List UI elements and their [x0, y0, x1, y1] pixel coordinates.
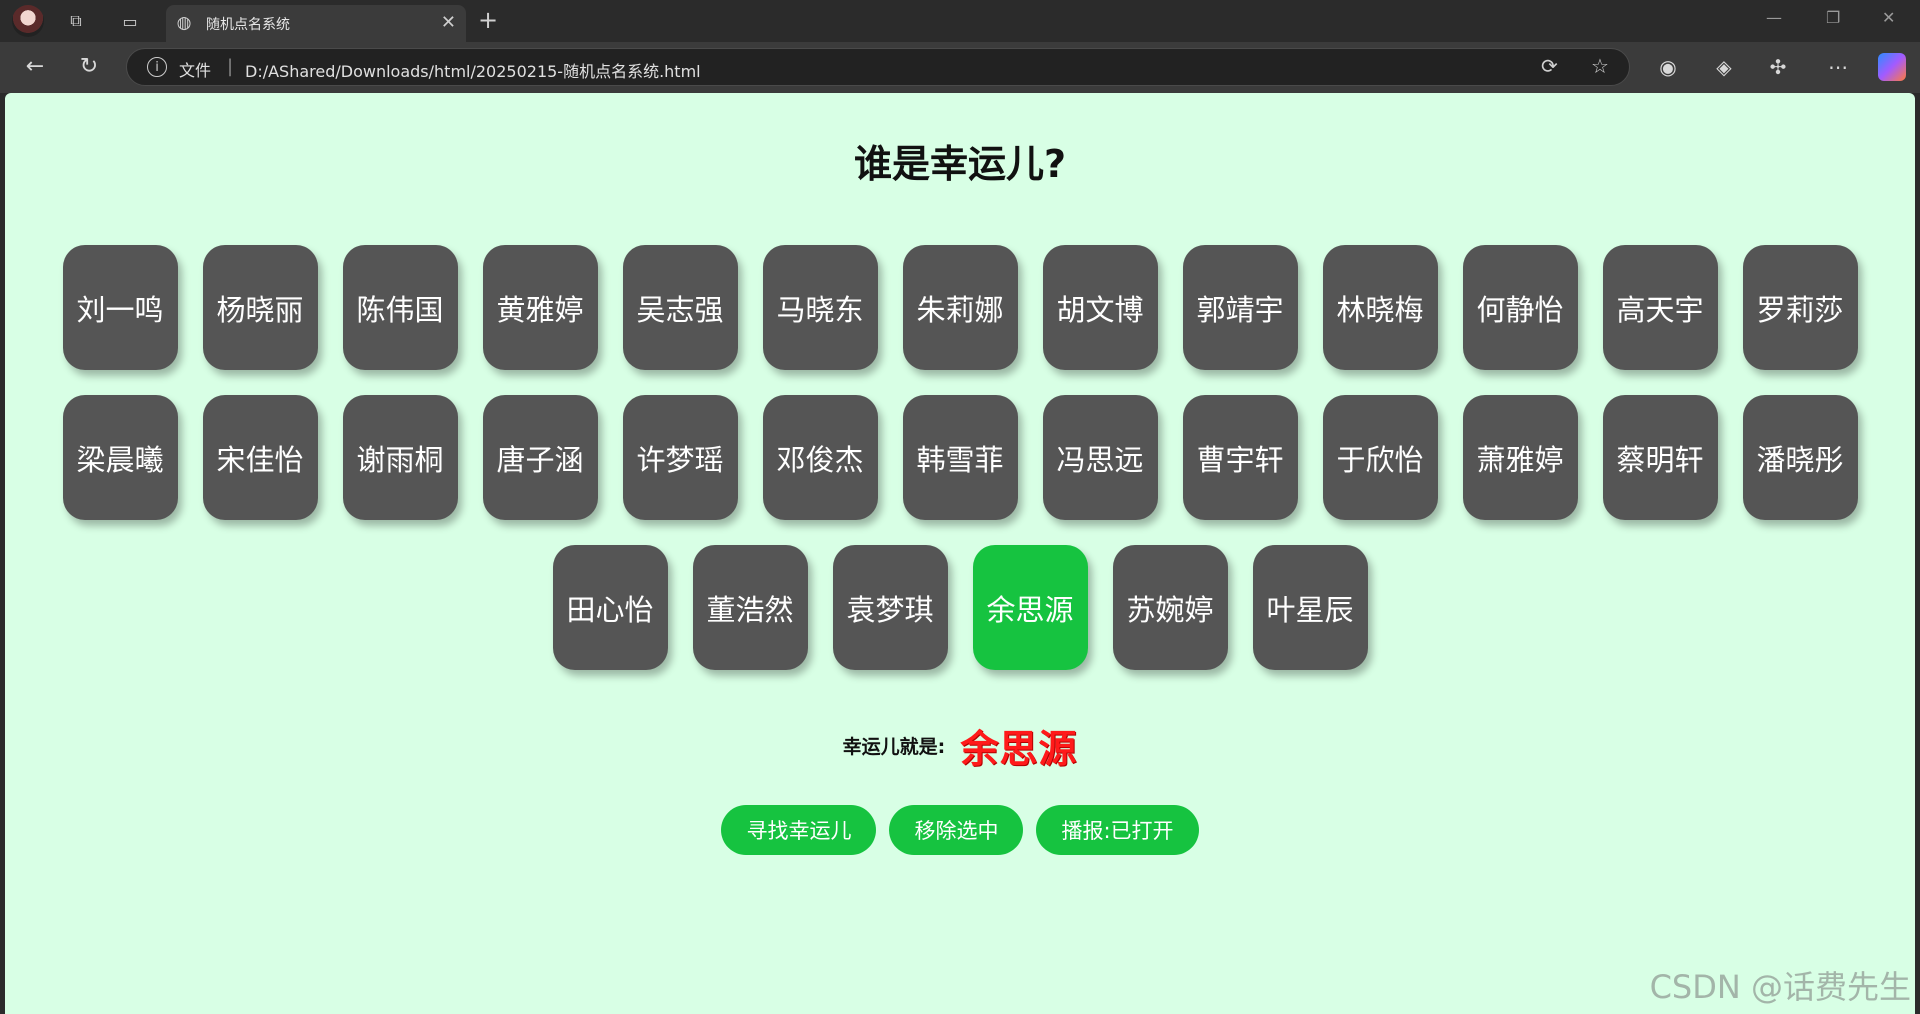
- favorite-star-icon[interactable]: ☆: [1591, 54, 1609, 78]
- action-buttons: 寻找幸运儿 移除选中 播报:已打开: [5, 805, 1915, 855]
- name-card[interactable]: 唐子涵: [482, 395, 598, 520]
- name-card[interactable]: 胡文博: [1042, 245, 1158, 370]
- name-card[interactable]: 林晓梅: [1322, 245, 1438, 370]
- name-card[interactable]: 谢雨桐: [342, 395, 458, 520]
- name-card[interactable]: 曹宇轩: [1182, 395, 1298, 520]
- name-row: 梁晨曦 宋佳怡 谢雨桐 唐子涵 许梦瑶 邓俊杰 韩雪菲 冯思远 曹宇轩 于欣怡 萧雅婷 蔡明轩 潘晓彤: [5, 395, 1915, 520]
- refresh-icon[interactable]: ↻: [74, 52, 104, 82]
- name-card[interactable]: 罗莉莎: [1742, 245, 1858, 370]
- name-card[interactable]: 冯思远: [1042, 395, 1158, 520]
- name-card[interactable]: 叶星辰: [1252, 545, 1368, 670]
- profile-avatar[interactable]: [12, 5, 44, 37]
- page-title: 谁是幸运儿?: [853, 142, 1067, 186]
- name-card[interactable]: 袁梦琪: [832, 545, 948, 670]
- name-card[interactable]: 萧雅婷: [1462, 395, 1578, 520]
- name-card[interactable]: 梁晨曦: [62, 395, 178, 520]
- name-card[interactable]: 何静怡: [1462, 245, 1578, 370]
- name-card[interactable]: 马晓东: [762, 245, 878, 370]
- result-line: 幸运儿就是: 余思源: [5, 718, 1915, 773]
- close-window-icon[interactable]: ✕: [1882, 8, 1895, 27]
- name-card[interactable]: 蔡明轩: [1602, 395, 1718, 520]
- name-card[interactable]: 郭靖宇: [1182, 245, 1298, 370]
- minimize-icon[interactable]: —: [1766, 8, 1782, 27]
- site-info-icon[interactable]: i: [147, 57, 167, 77]
- more-menu-icon[interactable]: ⋯: [1824, 53, 1852, 81]
- result-label: 幸运儿就是:: [842, 736, 946, 758]
- broadcast-toggle-button[interactable]: 播报:已打开: [1036, 805, 1199, 855]
- name-card[interactable]: 许梦瑶: [622, 395, 738, 520]
- name-card[interactable]: 苏婉婷: [1112, 545, 1228, 670]
- extension-icon[interactable]: ◉: [1654, 53, 1682, 81]
- tab-actions-icon[interactable]: ▭: [116, 7, 144, 35]
- browser-tab-bar: ⧉ ▭ ◍ 随机点名系统 ✕ + — ❐ ✕: [0, 0, 1920, 42]
- name-card[interactable]: 韩雪菲: [902, 395, 1018, 520]
- tab-title: 随机点名系统: [206, 17, 290, 33]
- name-card[interactable]: 宋佳怡: [202, 395, 318, 520]
- name-card[interactable]: 董浩然: [692, 545, 808, 670]
- name-card[interactable]: 杨晓丽: [202, 245, 318, 370]
- address-bar[interactable]: i 文件 | D:/AShared/Downloads/html/2025021…: [126, 48, 1630, 86]
- find-lucky-button[interactable]: 寻找幸运儿: [721, 805, 877, 855]
- name-card[interactable]: 吴志强: [622, 245, 738, 370]
- name-row: 刘一鸣 杨晓丽 陈伟国 黄雅婷 吴志强 马晓东 朱莉娜 胡文博 郭靖宇 林晓梅 何静怡 高天宇 罗莉莎: [5, 245, 1915, 370]
- name-card[interactable]: 陈伟国: [342, 245, 458, 370]
- name-card[interactable]: 潘晓彤: [1742, 395, 1858, 520]
- name-card[interactable]: 刘一鸣: [62, 245, 178, 370]
- page-content: 谁是幸运儿? 刘一鸣 杨晓丽 陈伟国 黄雅婷 吴志强 马晓东 朱莉娜 胡文博 郭靖宇 林晓梅 何静怡…: [5, 93, 1915, 1014]
- extensions-puzzle-icon[interactable]: ✣: [1764, 53, 1792, 81]
- name-card-selected[interactable]: 余思源: [972, 545, 1088, 670]
- workspaces-icon[interactable]: ⧉: [62, 7, 90, 35]
- immersive-reader-icon[interactable]: ⟳: [1541, 54, 1558, 78]
- result-name: 余思源: [960, 727, 1078, 771]
- name-card[interactable]: 高天宇: [1602, 245, 1718, 370]
- copilot-icon[interactable]: .: [1878, 53, 1906, 81]
- name-row: 田心怡 董浩然 袁梦琪 余思源 苏婉婷 叶星辰: [5, 545, 1915, 670]
- restore-icon[interactable]: ❐: [1826, 8, 1840, 27]
- new-tab-button[interactable]: +: [478, 6, 498, 34]
- name-card[interactable]: 田心怡: [552, 545, 668, 670]
- address-url[interactable]: D:/AShared/Downloads/html/20250215-随机点名系…: [245, 58, 701, 82]
- back-icon[interactable]: ←: [20, 52, 50, 82]
- name-card[interactable]: 于欣怡: [1322, 395, 1438, 520]
- remove-selected-button[interactable]: 移除选中: [889, 805, 1024, 855]
- name-grid: 刘一鸣 杨晓丽 陈伟国 黄雅婷 吴志强 马晓东 朱莉娜 胡文博 郭靖宇 林晓梅 何静怡 高天宇 罗莉莎梁…: [5, 245, 1915, 695]
- address-scheme-label: 文件: [179, 61, 212, 80]
- globe-icon: ◍: [176, 13, 192, 33]
- browser-nav-bar: ← ↻ i 文件 | D:/AShared/Downloads/html/202…: [0, 42, 1920, 93]
- address-separator: |: [227, 56, 234, 77]
- name-card[interactable]: 邓俊杰: [762, 395, 878, 520]
- browser-tab-active[interactable]: ◍ 随机点名系统 ✕: [166, 5, 466, 42]
- close-tab-icon[interactable]: ✕: [441, 12, 456, 33]
- name-card[interactable]: 朱莉娜: [902, 245, 1018, 370]
- name-card[interactable]: 黄雅婷: [482, 245, 598, 370]
- extension-badge-icon[interactable]: ◈: [1710, 53, 1738, 81]
- watermark: CSDN @话费先生: [1649, 968, 1911, 1006]
